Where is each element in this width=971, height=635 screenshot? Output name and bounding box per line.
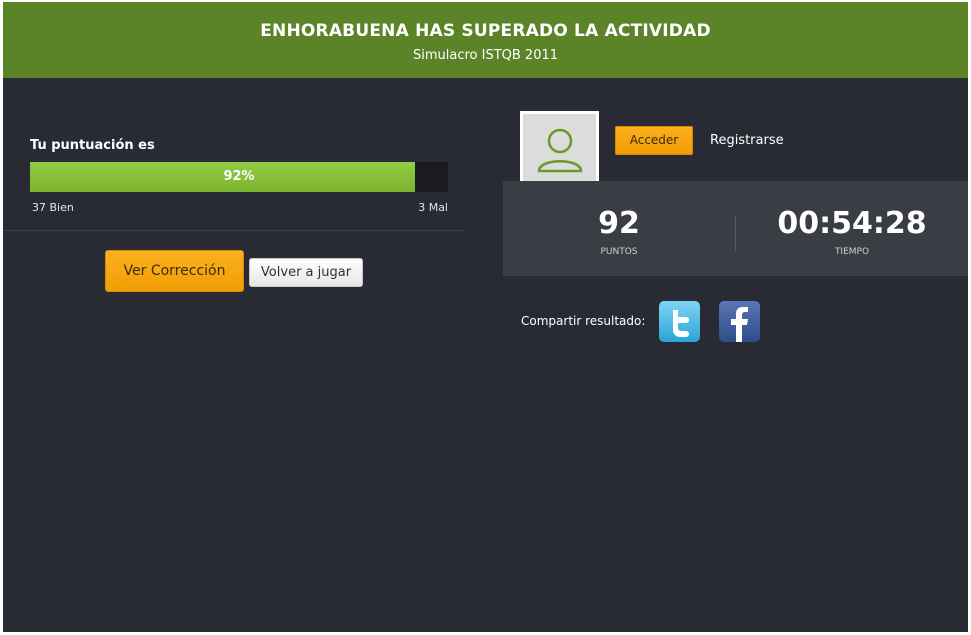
play-again-button[interactable]: Volver a jugar	[249, 258, 363, 287]
divider	[3, 230, 465, 231]
points-label: PUNTOS	[600, 247, 638, 257]
time-label: TIEMPO	[834, 247, 870, 257]
result-panel: ENHORABUENA HAS SUPERADO LA ACTIVIDAD Si…	[3, 2, 968, 632]
score-progress-bar: 92%	[30, 162, 448, 192]
wrong-count: 3 Mal	[418, 201, 448, 214]
correct-count: 37 Bien	[32, 201, 74, 214]
page-title: ENHORABUENA HAS SUPERADO LA ACTIVIDAD	[260, 21, 711, 41]
view-correction-button[interactable]: Ver Corrección	[105, 250, 244, 292]
page-subtitle: Simulacro ISTQB 2011	[412, 48, 559, 63]
twitter-icon[interactable]	[659, 301, 700, 342]
result-header: ENHORABUENA HAS SUPERADO LA ACTIVIDAD Si…	[3, 2, 968, 78]
share-label: Compartir resultado:	[521, 314, 646, 328]
register-link[interactable]: Registrarse	[710, 133, 784, 148]
time-value: 00:54:28	[777, 206, 927, 241]
score-percent: 92%	[223, 169, 255, 184]
login-button[interactable]: Acceder	[615, 126, 693, 155]
user-icon	[523, 114, 596, 187]
stats-panel: 92 PUNTOS 00:54:28 TIEMPO	[503, 181, 968, 276]
score-label: Tu puntuación es	[30, 138, 155, 153]
points-value: 92	[598, 206, 640, 241]
facebook-icon[interactable]	[719, 301, 760, 342]
avatar	[520, 111, 599, 190]
